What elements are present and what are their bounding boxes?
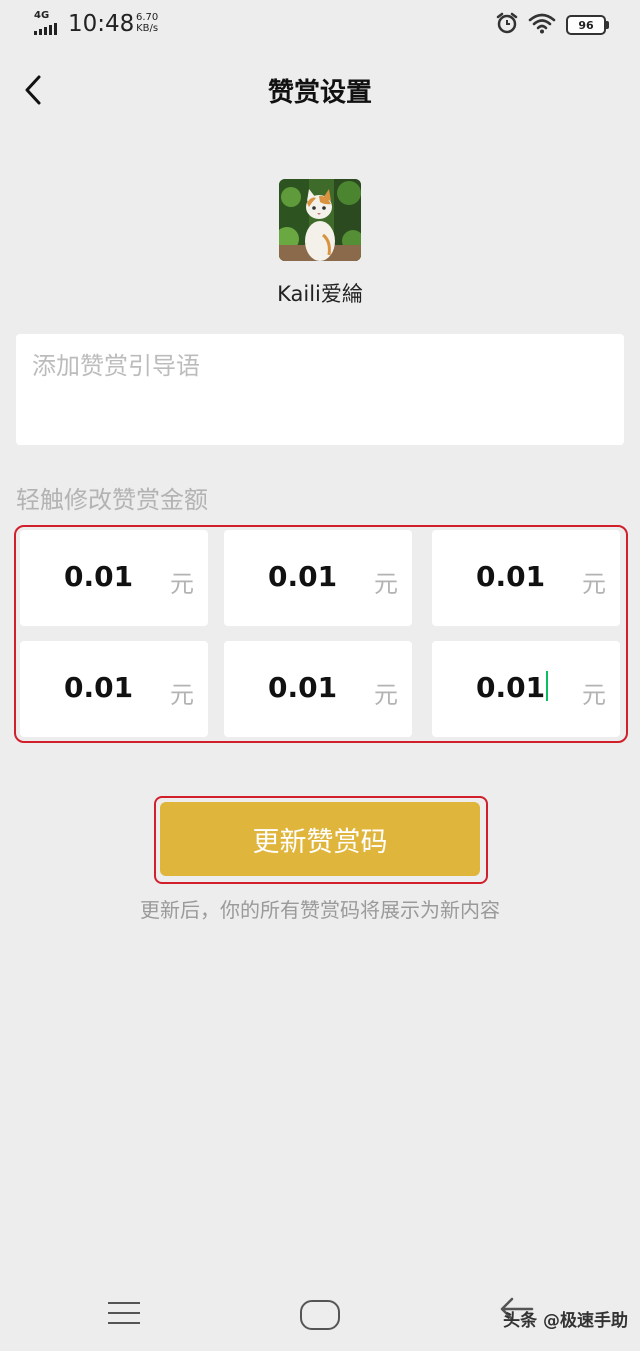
network-speed-unit: KB/s	[136, 23, 159, 34]
network-speed-value: 6.70	[136, 12, 159, 23]
network-speed: 6.70 KB/s	[136, 12, 158, 34]
network-type: 4G	[34, 10, 50, 21]
amount-field-4[interactable]: 0.01 元	[20, 641, 208, 737]
update-code-button[interactable]: 更新赞赏码	[160, 802, 480, 876]
page-title: 赞赏设置	[267, 78, 372, 108]
update-hint: 更新后，你的所有赞赏码将展示为新内容	[140, 898, 500, 922]
amount-field-3[interactable]: 0.01 元	[432, 530, 620, 626]
amount-field-2[interactable]: 0.01 元	[224, 530, 412, 626]
wifi-icon	[528, 12, 556, 38]
amount-value-4: 0.01	[64, 671, 134, 704]
amount-unit-2: 元	[374, 570, 398, 598]
menu-icon[interactable]	[106, 1302, 142, 1328]
watermark: 头条 @极速手助	[503, 1311, 628, 1331]
amount-unit-1: 元	[170, 570, 194, 598]
amount-unit-4: 元	[170, 681, 194, 709]
amount-value-2: 0.01	[268, 560, 338, 593]
text-caret	[546, 671, 549, 701]
battery-icon: 96	[566, 15, 609, 35]
home-icon[interactable]	[300, 1300, 340, 1330]
alarm-icon	[496, 12, 518, 38]
username: Kaili爱綸	[277, 282, 363, 306]
amount-field-1[interactable]: 0.01 元	[20, 530, 208, 626]
system-nav-bar: 头条 @极速手助	[0, 1280, 640, 1351]
guide-message-box	[16, 334, 624, 445]
amount-unit-3: 元	[582, 570, 606, 598]
guide-message-input[interactable]	[32, 352, 602, 380]
amount-value-1: 0.01	[64, 560, 134, 593]
amount-unit-5: 元	[374, 681, 398, 709]
amount-field-5[interactable]: 0.01 元	[224, 641, 412, 737]
status-right: 96	[496, 12, 609, 38]
amount-value-3: 0.01	[476, 560, 546, 593]
status-bar: 4G 10:48 6.70 KB/s 96	[0, 0, 640, 50]
avatar	[279, 179, 361, 261]
nav-bar: 赞赏设置	[0, 60, 640, 120]
amount-unit-6: 元	[582, 681, 606, 709]
amount-value-6-wrap: 0.01	[476, 671, 549, 704]
status-time: 10:48	[68, 11, 135, 37]
signal-icon	[34, 23, 57, 35]
amount-value-5: 0.01	[268, 671, 338, 704]
amount-field-6[interactable]: 0.01 元	[432, 641, 620, 737]
amount-value-6: 0.01	[476, 671, 546, 704]
amount-section-label: 轻触修改赞赏金额	[16, 486, 208, 514]
